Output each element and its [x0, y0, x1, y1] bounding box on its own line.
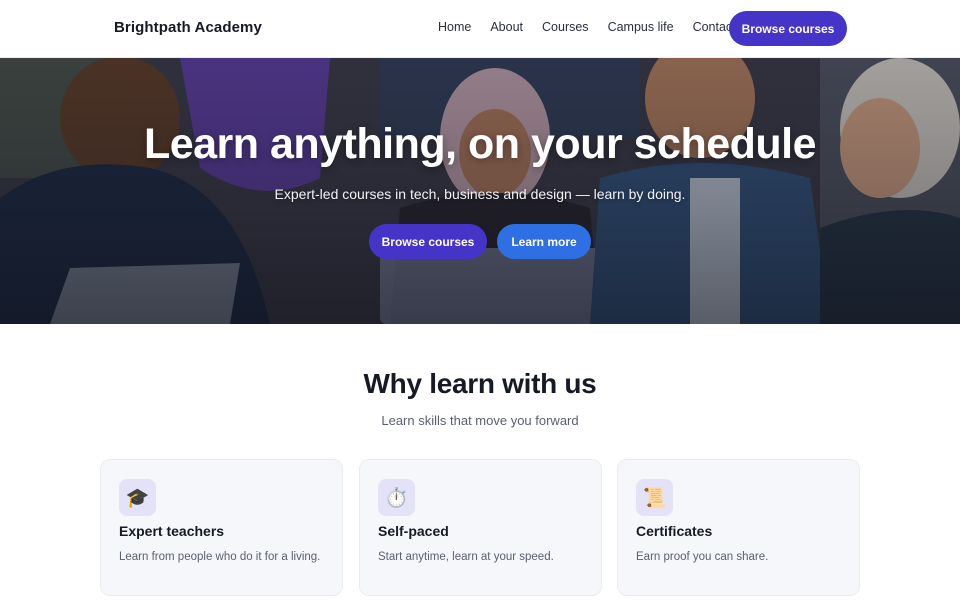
feature-card-self-paced: ⏱️ Self-paced Start anytime, learn at yo… [359, 459, 602, 596]
stopwatch-icon: ⏱️ [378, 479, 415, 516]
scroll-icon: 📜 [636, 479, 673, 516]
main-nav: Home About Courses Campus life Contact [438, 20, 755, 34]
nav-link-home[interactable]: Home [438, 20, 471, 34]
hero-learn-more-button[interactable]: Learn more [497, 224, 591, 259]
feature-card-text: Earn proof you can share. [636, 551, 769, 563]
hero-title: Learn anything, on your schedule [143, 120, 817, 168]
features-subtitle: Learn skills that move you forward [381, 413, 579, 428]
feature-card-title: Certificates [636, 523, 713, 539]
features-title: Why learn with us [363, 368, 597, 399]
nav-link-about[interactable]: About [490, 20, 523, 34]
site-header: Brightpath Academy Home About Courses Ca… [0, 0, 960, 58]
feature-card-title: Self-paced [378, 523, 449, 539]
brand-logo[interactable]: Brightpath Academy [114, 19, 262, 36]
feature-card-expert-teachers: 🎓 Expert teachers Learn from people who … [100, 459, 343, 596]
header-browse-courses-button[interactable]: Browse courses [729, 11, 847, 46]
feature-card-text: Learn from people who do it for a living… [119, 551, 321, 563]
nav-link-courses[interactable]: Courses [542, 20, 589, 34]
hero-subtitle: Expert-led courses in tech, business and… [274, 186, 686, 202]
hero-browse-courses-button[interactable]: Browse courses [369, 224, 487, 259]
graduation-cap-icon: 🎓 [119, 479, 156, 516]
feature-card-title: Expert teachers [119, 523, 225, 539]
hero-section: Learn anything, on your schedule Expert-… [0, 58, 960, 324]
feature-card-text: Start anytime, learn at your speed. [378, 551, 554, 563]
feature-card-certificates: 📜 Certificates Earn proof you can share. [617, 459, 860, 596]
nav-link-campus-life[interactable]: Campus life [608, 20, 674, 34]
